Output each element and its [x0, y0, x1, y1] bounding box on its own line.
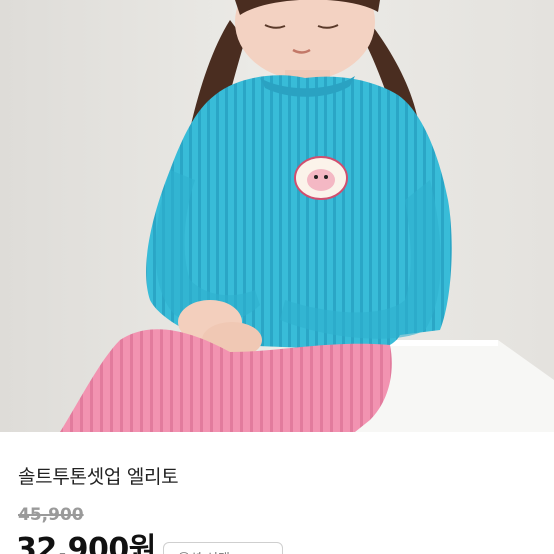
product-illustration: [0, 0, 554, 432]
original-price: 45,900: [18, 505, 84, 525]
sale-price: 32,900원: [16, 532, 156, 554]
product-title[interactable]: 솔트투톤셋업 엘리토: [18, 462, 179, 489]
product-image[interactable]: [0, 0, 554, 432]
product-info: 솔트투톤셋업 엘리토 45,900 32,900원 옵션 선택: [0, 432, 554, 554]
option-select-button[interactable]: 옵션 선택: [163, 542, 283, 554]
